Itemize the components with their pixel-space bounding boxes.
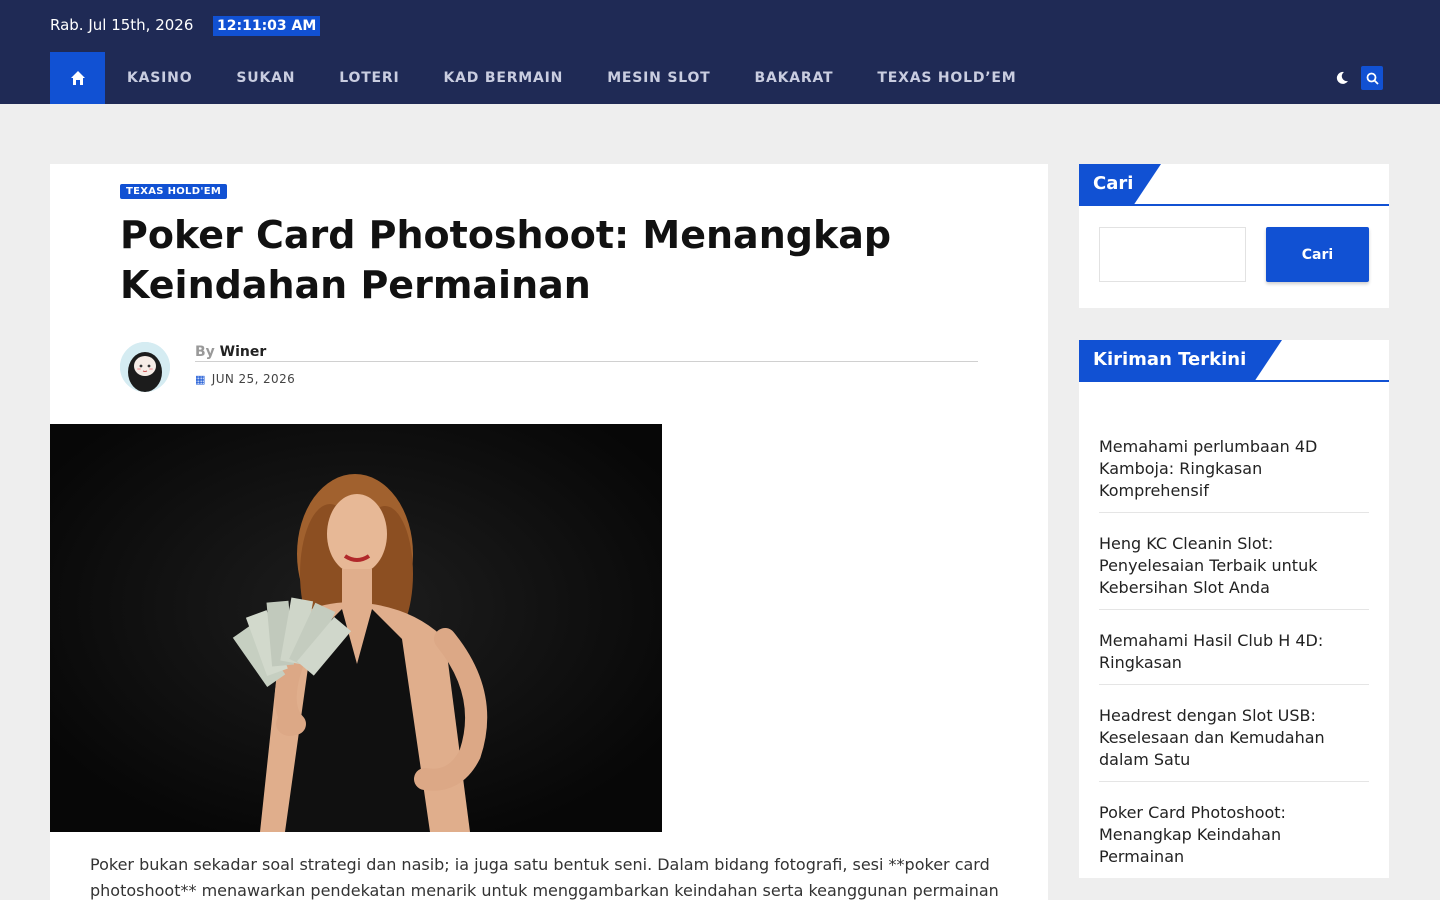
featured-photo-illustration	[50, 424, 662, 832]
nav-item-kad-bermain[interactable]: KAD BERMAIN	[422, 52, 586, 104]
nav-item-sukan[interactable]: SUKAN	[214, 52, 317, 104]
top-bar: Rab. Jul 15th, 2026 12:11:03 AM	[0, 0, 1440, 52]
recent-post-link[interactable]: Poker Card Photoshoot: Menangkap Keindah…	[1099, 802, 1369, 878]
byline: By Winer	[195, 344, 266, 360]
home-icon	[70, 71, 85, 85]
search-widget-header: Cari	[1079, 164, 1389, 206]
avatar-illustration	[120, 342, 170, 392]
current-date: Rab. Jul 15th, 2026	[50, 16, 194, 34]
by-label: By	[195, 344, 215, 360]
recent-post-link[interactable]: Heng KC Cleanin Slot: Penyelesaian Terba…	[1099, 533, 1369, 610]
nav-item-texas-holdem[interactable]: TEXAS HOLD’EM	[855, 52, 1038, 104]
recent-post-link[interactable]: Memahami perlumbaan 4D Kamboja: Ringkasa…	[1099, 436, 1369, 513]
main-navigation: KASINO SUKAN LOTERI KAD BERMAIN MESIN SL…	[0, 52, 1440, 104]
nav-item-loteri[interactable]: LOTERI	[317, 52, 421, 104]
recent-post-link[interactable]: Headrest dengan Slot USB: Keselesaan dan…	[1099, 705, 1369, 782]
nav-item-kasino[interactable]: KASINO	[105, 52, 214, 104]
search-input[interactable]	[1099, 227, 1246, 282]
category-badge[interactable]: TEXAS HOLD'EM	[120, 184, 228, 199]
recent-post-link[interactable]: Memahami Hasil Club H 4D: Ringkasan	[1099, 630, 1369, 685]
recent-posts-list: Memahami perlumbaan 4D Kamboja: Ringkasa…	[1099, 436, 1369, 898]
article-card: TEXAS HOLD'EM Poker Card Photoshoot: Men…	[50, 164, 1048, 900]
calendar-icon: ▦	[195, 373, 206, 386]
search-widget: Cari Cari	[1079, 164, 1389, 308]
search-submit-button[interactable]: Cari	[1266, 227, 1369, 282]
byline-divider	[195, 361, 978, 362]
search-icon	[1366, 72, 1379, 85]
recent-posts-header: Kiriman Terkini	[1079, 340, 1389, 382]
publish-date-text[interactable]: JUN 25, 2026	[212, 372, 295, 386]
current-time: 12:11:03 AM	[213, 16, 321, 36]
nav-menu: KASINO SUKAN LOTERI KAD BERMAIN MESIN SL…	[105, 52, 1038, 104]
featured-image	[50, 424, 662, 832]
nav-item-mesin-slot[interactable]: MESIN SLOT	[585, 52, 732, 104]
author-avatar[interactable]	[120, 342, 170, 392]
header-search-button[interactable]	[1361, 66, 1383, 90]
home-button[interactable]	[50, 52, 105, 104]
moon-icon	[1336, 71, 1348, 84]
recent-posts-title: Kiriman Terkini	[1079, 340, 1283, 382]
search-widget-title: Cari	[1079, 164, 1163, 206]
author-link[interactable]: Winer	[220, 344, 267, 360]
nav-item-bakarat[interactable]: BAKARAT	[733, 52, 856, 104]
recent-posts-widget: Kiriman Terkini Memahami perlumbaan 4D K…	[1079, 340, 1389, 878]
article-body: Poker bukan sekadar soal strategi dan na…	[90, 855, 999, 900]
publish-date: ▦ JUN 25, 2026	[195, 372, 295, 386]
article-title: Poker Card Photoshoot: Menangkap Keindah…	[120, 213, 892, 307]
theme-toggle-button[interactable]	[1331, 66, 1353, 90]
